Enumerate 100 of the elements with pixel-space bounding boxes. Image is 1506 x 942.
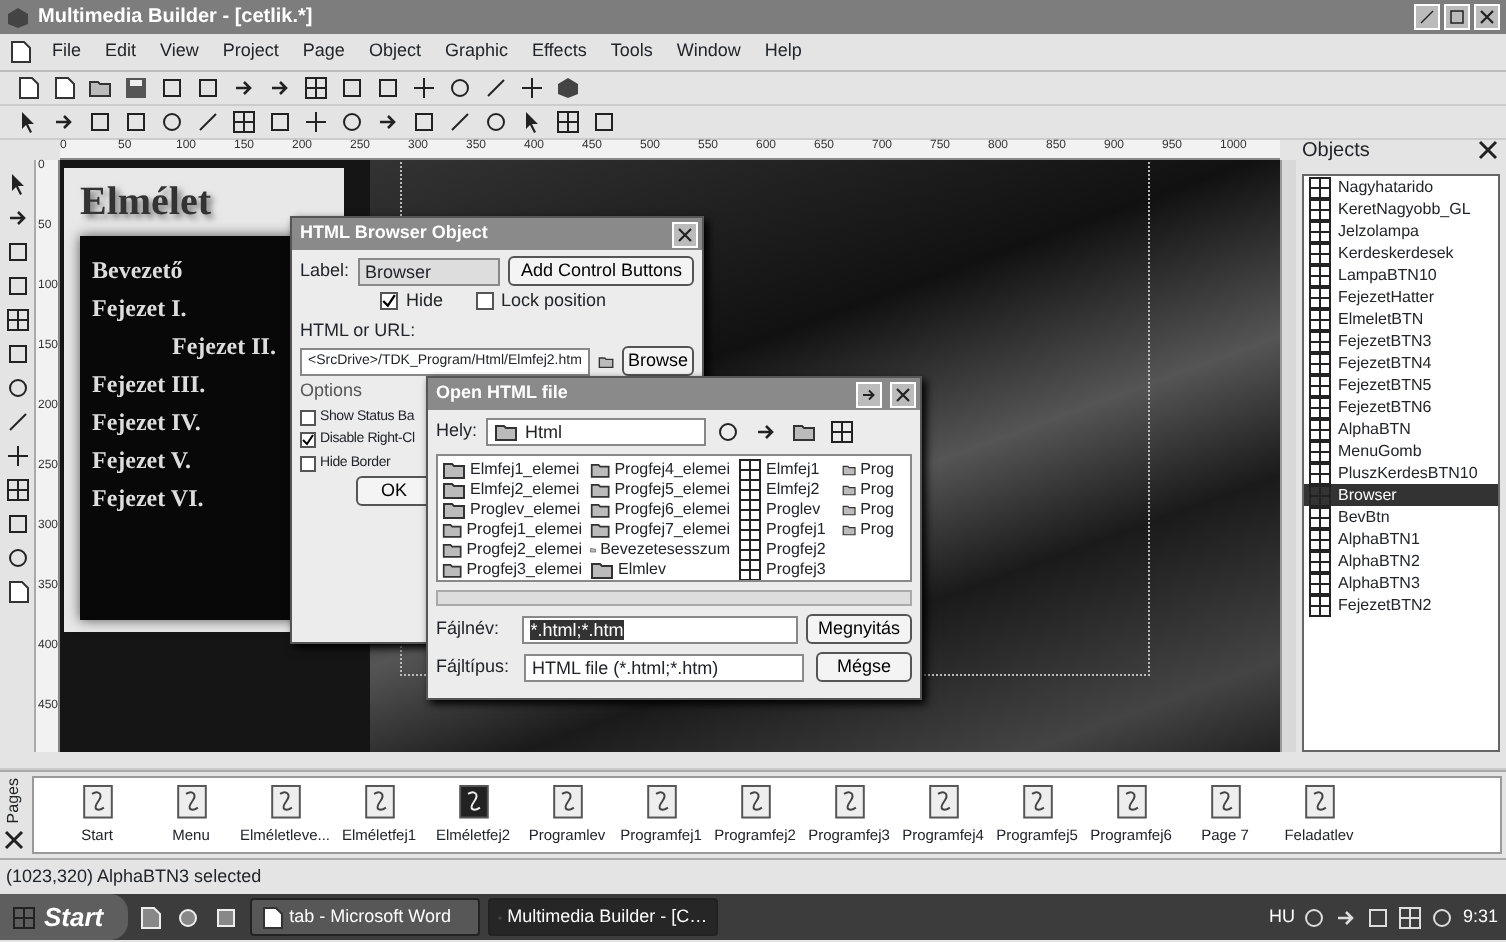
listing-entry[interactable]: Prog (842, 460, 894, 480)
ok-button[interactable]: OK (356, 476, 432, 506)
grid-icon[interactable] (2, 304, 32, 334)
grid-icon[interactable] (2, 474, 32, 504)
checkbox[interactable] (300, 409, 316, 426)
page-thumbnail[interactable] (927, 784, 959, 820)
listing-entry[interactable]: Prog (842, 500, 894, 520)
object-item[interactable]: PluszKerdesBTN10 (1304, 462, 1498, 484)
page-thumbnail[interactable] (81, 784, 113, 820)
grid-icon[interactable] (228, 107, 258, 137)
listing-entry[interactable]: Proglev_elemei (442, 500, 582, 520)
checkbox[interactable] (300, 455, 316, 472)
object-item[interactable]: Jelzolampa (1304, 220, 1498, 242)
language-indicator[interactable]: HU (1268, 903, 1295, 931)
cross-icon[interactable] (516, 73, 546, 103)
browse-button[interactable]: Browse (621, 346, 694, 376)
object-item[interactable]: AlphaBTN3 (1304, 572, 1498, 594)
menubar-entry[interactable]: Tools (606, 38, 657, 66)
menubar-entry[interactable]: Object (364, 38, 425, 66)
object-item[interactable]: Nagyhatarido (1304, 176, 1498, 198)
grid-icon[interactable] (827, 416, 858, 446)
object-item[interactable]: FejezetBTN3 (1304, 330, 1498, 352)
object-item[interactable]: AlphaBTN (1304, 418, 1498, 440)
page-thumbnail[interactable] (457, 784, 489, 820)
grid-icon[interactable] (300, 73, 330, 103)
location-dropdown[interactable]: Html (485, 417, 706, 445)
maximize-button[interactable] (1444, 4, 1470, 30)
menubar-entry[interactable]: File (48, 38, 86, 66)
listing-entry[interactable]: Progfej2_elemei (442, 540, 582, 560)
cross-icon[interactable] (2, 440, 32, 470)
listing-entry[interactable]: Elmfej1_elemei (442, 460, 582, 480)
listing-entry[interactable]: Progfej3_elemei (442, 560, 582, 580)
listing-entry[interactable]: Prog (842, 480, 894, 500)
close-button[interactable] (1474, 4, 1500, 30)
help-button[interactable] (856, 381, 882, 407)
name-field[interactable]: Browser (357, 257, 501, 285)
disk-icon[interactable] (120, 73, 150, 103)
object-item[interactable]: FejezetBTN2 (1304, 594, 1498, 616)
grid-icon[interactable] (552, 107, 582, 137)
listing-entry[interactable]: Elmfej1 (738, 460, 834, 480)
listing-entry[interactable]: Progfej1_elemei (442, 520, 582, 540)
cancel-button[interactable]: Mégse (816, 652, 912, 682)
page-thumbnail[interactable] (1115, 784, 1147, 820)
filename-field[interactable]: *.html;*.htm (522, 615, 798, 643)
menubar-entry[interactable]: Window (672, 38, 745, 66)
listing-entry[interactable]: Progfej3 (738, 560, 834, 580)
page-thumbnail[interactable] (1021, 784, 1053, 820)
cross-icon[interactable] (300, 107, 330, 137)
vertical-scrollbar[interactable] (1280, 160, 1296, 752)
listing-entry[interactable]: Prog (842, 520, 894, 540)
object-item[interactable]: Kerdeskerdesek (1304, 242, 1498, 264)
listing-entry[interactable]: Elmfej2_elemei (442, 480, 582, 500)
page-thumbnail[interactable] (645, 784, 677, 820)
close-button[interactable] (672, 221, 698, 247)
object-item[interactable]: Browser (1304, 484, 1498, 506)
listing-entry[interactable]: Elmlev (590, 560, 730, 580)
listing-entry[interactable]: Progfej5_elemei (590, 480, 730, 500)
page-thumbnail[interactable] (739, 784, 771, 820)
object-item[interactable]: ElmeletBTN (1304, 308, 1498, 330)
filetype-dropdown[interactable]: HTML file (*.html;*.htm) (524, 653, 804, 681)
page-thumbnail[interactable] (551, 784, 583, 820)
page-thumbnail[interactable] (833, 784, 865, 820)
object-item[interactable]: KeretNagyobb_GL (1304, 198, 1498, 220)
add-buttons-button[interactable]: Add Control Buttons (508, 256, 694, 286)
open-button[interactable]: Megnyitás (805, 614, 912, 644)
listing-entry[interactable]: Progfej7_elemei (590, 520, 730, 540)
checkbox[interactable] (380, 292, 398, 311)
object-item[interactable]: AlphaBTN2 (1304, 550, 1498, 572)
horizontal-scrollbar[interactable] (436, 590, 912, 606)
minimize-button[interactable] (1414, 4, 1440, 30)
menubar-entry[interactable]: Help (760, 38, 806, 66)
listing-entry[interactable]: Progfej6_elemei (590, 500, 730, 520)
object-item[interactable]: FejezetBTN4 (1304, 352, 1498, 374)
cross-icon[interactable] (408, 73, 438, 103)
page-thumbnail[interactable] (269, 784, 301, 820)
listing-entry[interactable]: Progfej1 (738, 520, 834, 540)
object-item[interactable]: FejezetHatter (1304, 286, 1498, 308)
object-item[interactable]: LampaBTN10 (1304, 264, 1498, 286)
menubar-entry[interactable]: Effects (527, 38, 591, 66)
page-thumbnail[interactable] (1303, 784, 1335, 820)
listing-entry[interactable]: Progfej4_elemei (590, 460, 730, 480)
checkbox[interactable] (300, 432, 316, 449)
checkbox[interactable] (475, 292, 494, 311)
page-thumbnail[interactable] (363, 784, 395, 820)
page-icon[interactable] (135, 902, 166, 932)
menubar-entry[interactable]: Graphic (440, 38, 512, 66)
listing-entry[interactable]: Progfej2 (738, 540, 834, 560)
page-thumbnail[interactable] (1209, 784, 1241, 820)
object-item[interactable]: MenuGomb (1304, 440, 1498, 462)
taskbar-button[interactable]: tab - Microsoft Word (249, 898, 480, 936)
menubar-entry[interactable]: Page (298, 38, 349, 66)
listing-entry[interactable]: Elmfej2 (738, 480, 834, 500)
object-item[interactable]: FejezetBTN5 (1304, 374, 1498, 396)
menubar-entry[interactable]: Edit (101, 38, 141, 66)
listing-entry[interactable]: Proglev (738, 500, 834, 520)
start-button[interactable]: Start (0, 894, 128, 940)
page-thumbnail[interactable] (175, 784, 207, 820)
object-item[interactable]: AlphaBTN1 (1304, 528, 1498, 550)
object-item[interactable]: BevBtn (1304, 506, 1498, 528)
taskbar-button[interactable]: Multimedia Builder - [C… (487, 898, 718, 936)
